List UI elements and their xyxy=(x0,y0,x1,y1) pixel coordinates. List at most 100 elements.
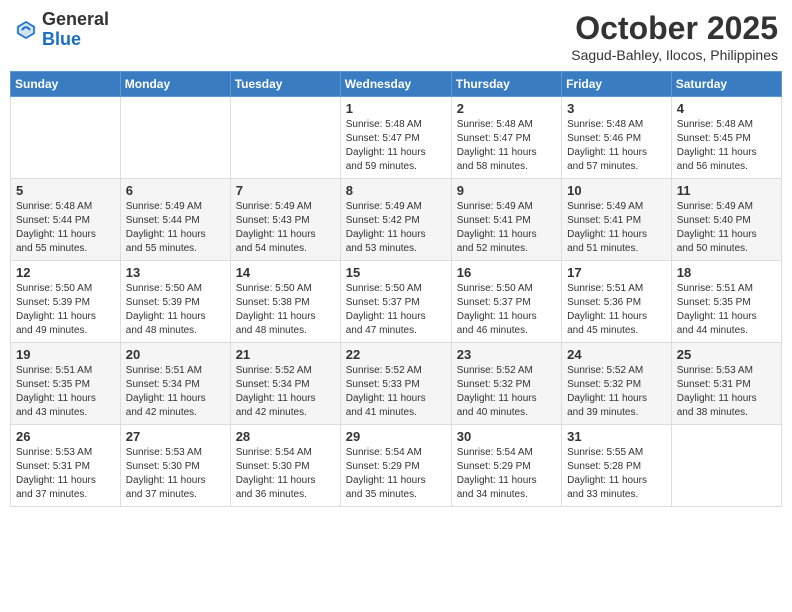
calendar-cell: 27 Sunrise: 5:53 AM Sunset: 5:30 PM Dayli… xyxy=(120,425,230,507)
day-info: Sunrise: 5:48 AM Sunset: 5:46 PM Dayligh… xyxy=(567,118,666,174)
title-block: October 2025 Sagud-Bahley, Ilocos, Phili… xyxy=(571,10,778,63)
day-info: Sunrise: 5:50 AM Sunset: 5:39 PM Dayligh… xyxy=(16,282,115,338)
day-number: 6 xyxy=(126,183,225,198)
day-info: Sunrise: 5:48 AM Sunset: 5:44 PM Dayligh… xyxy=(16,200,115,256)
day-number: 3 xyxy=(567,101,666,116)
weekday-header-monday: Monday xyxy=(120,72,230,97)
day-number: 22 xyxy=(346,347,446,362)
weekday-header-saturday: Saturday xyxy=(671,72,781,97)
day-info: Sunrise: 5:52 AM Sunset: 5:34 PM Dayligh… xyxy=(236,364,335,420)
calendar-cell: 29 Sunrise: 5:54 AM Sunset: 5:29 PM Dayli… xyxy=(340,425,451,507)
page-header: General Blue October 2025 Sagud-Bahley, … xyxy=(10,10,782,63)
calendar-cell: 3 Sunrise: 5:48 AM Sunset: 5:46 PM Daylig… xyxy=(562,97,672,179)
calendar-cell: 14 Sunrise: 5:50 AM Sunset: 5:38 PM Dayli… xyxy=(230,261,340,343)
week-row-2: 12Sunrise: 5:50 AM Sunset: 5:39 PM Dayli… xyxy=(11,261,782,343)
week-row-4: 26 Sunrise: 5:53 AM Sunset: 5:31 PM Dayli… xyxy=(11,425,782,507)
day-number: 27 xyxy=(126,429,225,444)
calendar-cell: 13 Sunrise: 5:50 AM Sunset: 5:39 PM Dayli… xyxy=(120,261,230,343)
calendar-cell: 30Sunrise: 5:54 AM Sunset: 5:29 PM Dayli… xyxy=(451,425,561,507)
day-number: 2 xyxy=(457,101,556,116)
day-info: Sunrise: 5:50 AM Sunset: 5:37 PM Dayligh… xyxy=(346,282,446,338)
day-info: Sunrise: 5:53 AM Sunset: 5:30 PM Dayligh… xyxy=(126,446,225,502)
day-number: 8 xyxy=(346,183,446,198)
calendar-cell xyxy=(230,97,340,179)
day-number: 19 xyxy=(16,347,115,362)
weekday-header-thursday: Thursday xyxy=(451,72,561,97)
day-info: Sunrise: 5:53 AM Sunset: 5:31 PM Dayligh… xyxy=(677,364,776,420)
calendar-cell: 1Sunrise: 5:48 AM Sunset: 5:47 PM Daylig… xyxy=(340,97,451,179)
calendar-cell: 21 Sunrise: 5:52 AM Sunset: 5:34 PM Dayli… xyxy=(230,343,340,425)
calendar-cell: 24 Sunrise: 5:52 AM Sunset: 5:32 PM Dayli… xyxy=(562,343,672,425)
day-info: Sunrise: 5:54 AM Sunset: 5:29 PM Dayligh… xyxy=(346,446,446,502)
calendar-cell: 5 Sunrise: 5:48 AM Sunset: 5:44 PM Daylig… xyxy=(11,179,121,261)
calendar-cell: 20 Sunrise: 5:51 AM Sunset: 5:34 PM Dayli… xyxy=(120,343,230,425)
calendar-cell: 17 Sunrise: 5:51 AM Sunset: 5:36 PM Dayli… xyxy=(562,261,672,343)
day-number: 17 xyxy=(567,265,666,280)
day-info: Sunrise: 5:54 AM Sunset: 5:30 PM Dayligh… xyxy=(236,446,335,502)
calendar-cell: 23Sunrise: 5:52 AM Sunset: 5:32 PM Dayli… xyxy=(451,343,561,425)
day-info: Sunrise: 5:50 AM Sunset: 5:38 PM Dayligh… xyxy=(236,282,335,338)
calendar-cell: 8 Sunrise: 5:49 AM Sunset: 5:42 PM Daylig… xyxy=(340,179,451,261)
day-info: Sunrise: 5:51 AM Sunset: 5:36 PM Dayligh… xyxy=(567,282,666,338)
day-number: 9 xyxy=(457,183,556,198)
day-number: 30 xyxy=(457,429,556,444)
day-info: Sunrise: 5:55 AM Sunset: 5:28 PM Dayligh… xyxy=(567,446,666,502)
weekday-header-sunday: Sunday xyxy=(11,72,121,97)
calendar-cell: 26 Sunrise: 5:53 AM Sunset: 5:31 PM Dayli… xyxy=(11,425,121,507)
day-info: Sunrise: 5:49 AM Sunset: 5:41 PM Dayligh… xyxy=(567,200,666,256)
logo: General Blue xyxy=(14,10,109,50)
day-info: Sunrise: 5:51 AM Sunset: 5:34 PM Dayligh… xyxy=(126,364,225,420)
calendar-cell: 16 Sunrise: 5:50 AM Sunset: 5:37 PM Dayli… xyxy=(451,261,561,343)
calendar-cell: 22 Sunrise: 5:52 AM Sunset: 5:33 PM Dayli… xyxy=(340,343,451,425)
calendar-cell: 12Sunrise: 5:50 AM Sunset: 5:39 PM Dayli… xyxy=(11,261,121,343)
day-number: 25 xyxy=(677,347,776,362)
day-number: 29 xyxy=(346,429,446,444)
calendar-cell xyxy=(11,97,121,179)
day-info: Sunrise: 5:53 AM Sunset: 5:31 PM Dayligh… xyxy=(16,446,115,502)
day-number: 4 xyxy=(677,101,776,116)
day-info: Sunrise: 5:50 AM Sunset: 5:39 PM Dayligh… xyxy=(126,282,225,338)
calendar-cell xyxy=(671,425,781,507)
day-number: 10 xyxy=(567,183,666,198)
day-info: Sunrise: 5:50 AM Sunset: 5:37 PM Dayligh… xyxy=(457,282,556,338)
day-number: 18 xyxy=(677,265,776,280)
day-number: 20 xyxy=(126,347,225,362)
day-info: Sunrise: 5:48 AM Sunset: 5:47 PM Dayligh… xyxy=(346,118,446,174)
day-info: Sunrise: 5:52 AM Sunset: 5:32 PM Dayligh… xyxy=(457,364,556,420)
day-info: Sunrise: 5:52 AM Sunset: 5:33 PM Dayligh… xyxy=(346,364,446,420)
logo-text: General Blue xyxy=(42,10,109,50)
day-info: Sunrise: 5:49 AM Sunset: 5:43 PM Dayligh… xyxy=(236,200,335,256)
calendar-cell: 18Sunrise: 5:51 AM Sunset: 5:35 PM Dayli… xyxy=(671,261,781,343)
day-number: 31 xyxy=(567,429,666,444)
calendar-table: SundayMondayTuesdayWednesdayThursdayFrid… xyxy=(10,71,782,507)
calendar-cell: 19 Sunrise: 5:51 AM Sunset: 5:35 PM Dayli… xyxy=(11,343,121,425)
calendar-cell: 11Sunrise: 5:49 AM Sunset: 5:40 PM Dayli… xyxy=(671,179,781,261)
day-number: 5 xyxy=(16,183,115,198)
location-title: Sagud-Bahley, Ilocos, Philippines xyxy=(571,47,778,63)
day-number: 28 xyxy=(236,429,335,444)
calendar-cell: 6Sunrise: 5:49 AM Sunset: 5:44 PM Daylig… xyxy=(120,179,230,261)
day-number: 26 xyxy=(16,429,115,444)
day-info: Sunrise: 5:49 AM Sunset: 5:42 PM Dayligh… xyxy=(346,200,446,256)
week-row-3: 19 Sunrise: 5:51 AM Sunset: 5:35 PM Dayli… xyxy=(11,343,782,425)
day-info: Sunrise: 5:51 AM Sunset: 5:35 PM Dayligh… xyxy=(16,364,115,420)
day-number: 21 xyxy=(236,347,335,362)
day-number: 13 xyxy=(126,265,225,280)
weekday-header-wednesday: Wednesday xyxy=(340,72,451,97)
week-row-1: 5 Sunrise: 5:48 AM Sunset: 5:44 PM Daylig… xyxy=(11,179,782,261)
calendar-cell xyxy=(120,97,230,179)
calendar-cell: 4Sunrise: 5:48 AM Sunset: 5:45 PM Daylig… xyxy=(671,97,781,179)
day-number: 7 xyxy=(236,183,335,198)
logo-icon xyxy=(14,18,38,42)
calendar-cell: 9 Sunrise: 5:49 AM Sunset: 5:41 PM Daylig… xyxy=(451,179,561,261)
month-title: October 2025 xyxy=(571,10,778,47)
day-number: 24 xyxy=(567,347,666,362)
day-number: 14 xyxy=(236,265,335,280)
day-number: 16 xyxy=(457,265,556,280)
day-info: Sunrise: 5:49 AM Sunset: 5:41 PM Dayligh… xyxy=(457,200,556,256)
weekday-header-row: SundayMondayTuesdayWednesdayThursdayFrid… xyxy=(11,72,782,97)
day-info: Sunrise: 5:49 AM Sunset: 5:40 PM Dayligh… xyxy=(677,200,776,256)
weekday-header-tuesday: Tuesday xyxy=(230,72,340,97)
day-info: Sunrise: 5:52 AM Sunset: 5:32 PM Dayligh… xyxy=(567,364,666,420)
calendar-cell: 28 Sunrise: 5:54 AM Sunset: 5:30 PM Dayli… xyxy=(230,425,340,507)
